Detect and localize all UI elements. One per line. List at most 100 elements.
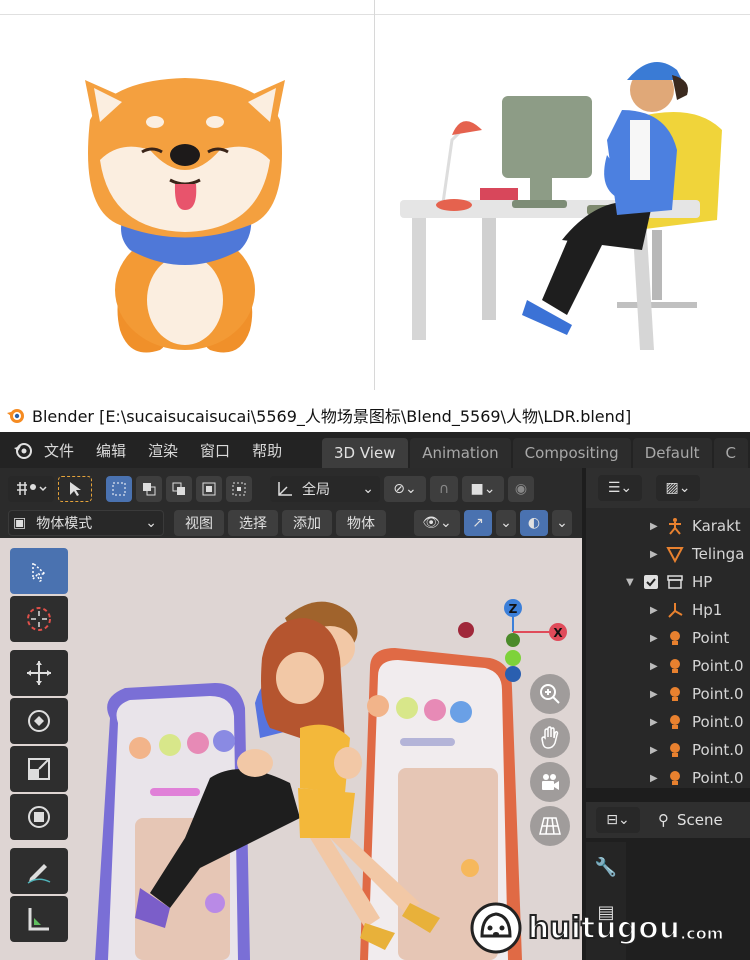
select-box-tool[interactable] — [58, 476, 92, 502]
tool-cursor[interactable] — [10, 596, 68, 642]
select-mode-extend[interactable] — [136, 476, 162, 502]
menu-object[interactable]: 物体 — [336, 510, 386, 536]
outliner-row[interactable]: ▶ Point.0 — [586, 708, 750, 736]
tab-compositing[interactable]: Compositing — [512, 438, 631, 468]
mode-label: 物体模式 — [36, 516, 93, 532]
collapse-arrow-icon[interactable]: ▼ — [626, 577, 636, 588]
expand-arrow-icon[interactable]: ▶ — [650, 689, 660, 700]
blender-window: 文件 编辑 渲染 窗口 帮助 3D View Full Animation Co… — [0, 432, 750, 960]
light-icon — [666, 741, 684, 759]
transform-orientation-dropdown[interactable]: 全局 ⌄ — [270, 476, 380, 502]
select-mode-invert[interactable] — [196, 476, 222, 502]
zoom-button[interactable] — [530, 674, 570, 714]
scale-icon — [28, 758, 50, 780]
checkbox-icon[interactable] — [642, 573, 660, 591]
scene-icon: ⚲ — [658, 811, 669, 829]
menu-help[interactable]: 帮助 — [252, 440, 282, 461]
image-icon: ▨⌄ — [665, 480, 691, 496]
camera-icon — [542, 774, 559, 790]
tab-3d-view-full[interactable]: 3D View Full — [322, 438, 409, 492]
window-title: Blender [E:\sucaisucaisucai\5569_人物场景图标\… — [32, 407, 632, 426]
menu-window[interactable]: 窗口 — [200, 440, 230, 461]
light-icon — [666, 713, 684, 731]
outliner-row-label: HP — [692, 573, 713, 591]
editor-type-dropdown[interactable]: ⊟⌄ — [596, 807, 640, 833]
menu-file[interactable]: 文件 — [44, 440, 74, 461]
display-mode-dropdown[interactable]: ☰⌄ — [598, 475, 642, 501]
tool-scale[interactable] — [10, 746, 68, 792]
tab-more[interactable]: C — [713, 438, 748, 468]
outliner-row[interactable]: ▶ Point — [586, 624, 750, 652]
mode-dropdown[interactable]: ▣ 物体模式 ⌄ — [8, 510, 164, 536]
desk-person-illustration — [400, 62, 722, 350]
menu-select[interactable]: 选择 — [228, 510, 278, 536]
outliner-row[interactable]: ▼ HP — [586, 568, 750, 596]
menu-add[interactable]: 添加 — [282, 510, 332, 536]
expand-arrow-icon[interactable]: ▶ — [650, 745, 660, 756]
light-icon — [666, 629, 684, 647]
outliner-row[interactable]: ▶ Point.0 — [586, 680, 750, 708]
tool-measure[interactable] — [10, 896, 68, 942]
hand-icon — [541, 726, 559, 749]
tab-default[interactable]: Default — [632, 438, 712, 468]
proportional-icon: ◉ — [514, 481, 528, 497]
select-mode-new[interactable] — [106, 476, 132, 502]
snap-toggle[interactable]: ∩ — [430, 476, 458, 502]
gizmo-axis-neg-x-icon[interactable] — [458, 622, 474, 638]
expand-arrow-icon[interactable]: ▶ — [650, 633, 660, 644]
tool-tab[interactable]: 🔧 — [586, 842, 626, 892]
move-icon — [27, 661, 51, 685]
perspective-toggle-button[interactable] — [530, 806, 570, 846]
outliner-row[interactable]: ▶ Hp1 — [586, 596, 750, 624]
menu-view[interactable]: 视图 — [174, 510, 224, 536]
select-mode-intersect[interactable] — [226, 476, 252, 502]
outliner-row[interactable]: ▶ Point.0 — [586, 736, 750, 764]
outliner-row[interactable]: ▶ Point.0 — [586, 652, 750, 680]
tool-shelf — [10, 548, 70, 944]
filter-dropdown[interactable]: ▨⌄ — [656, 475, 700, 501]
select-mode-subtract[interactable] — [166, 476, 192, 502]
gizmo-dropdown[interactable]: ⌄ — [496, 510, 516, 536]
pivot-dropdown[interactable]: ⊘⌄ — [384, 476, 426, 502]
proportional-edit-toggle[interactable]: ◉ — [508, 476, 534, 502]
gizmo-toggle[interactable]: ↗ — [464, 510, 492, 536]
menu-render[interactable]: 渲染 — [148, 440, 178, 461]
gizmo-axis-y-icon[interactable] — [505, 650, 521, 666]
overlays-dropdown[interactable]: ⌄ — [552, 510, 572, 536]
chevron-down-icon: ⌄ — [145, 515, 157, 531]
expand-arrow-icon[interactable]: ▶ — [650, 605, 660, 616]
pan-button[interactable] — [530, 718, 570, 758]
outliner-row[interactable]: ▶ Telinga — [586, 540, 750, 568]
expand-arrow-icon[interactable]: ▶ — [650, 773, 660, 784]
tool-move[interactable] — [10, 650, 68, 696]
visibility-dropdown[interactable]: 👁⌄ — [414, 510, 460, 536]
tool-annotate[interactable] — [10, 848, 68, 894]
camera-view-button[interactable] — [530, 762, 570, 802]
3d-viewport[interactable]: 全局 ⌄ ⊘⌄ ∩ ■⌄ ◉ ▣ 物体模式 ⌄ 视图 选择 添加 物体 👁⌄ ↗… — [0, 468, 582, 960]
select-invert-icon — [202, 482, 216, 496]
snap-target-dropdown[interactable]: ■⌄ — [462, 476, 504, 502]
expand-arrow-icon[interactable]: ▶ — [650, 549, 660, 560]
expand-arrow-icon[interactable]: ▶ — [650, 521, 660, 532]
outliner-row[interactable]: ▶ Point.0 — [586, 764, 750, 788]
tool-rotate[interactable] — [10, 698, 68, 744]
overlays-toggle[interactable]: ◐ — [520, 510, 548, 536]
snap-dropdown[interactable] — [8, 476, 54, 502]
expand-arrow-icon[interactable]: ▶ — [650, 661, 660, 672]
chevron-down-icon: ⌄ — [556, 515, 568, 531]
tool-transform[interactable] — [10, 794, 68, 840]
menu-edit[interactable]: 编辑 — [96, 440, 126, 461]
tab-animation[interactable]: Animation — [410, 438, 511, 468]
watermark-text: huitugou — [527, 910, 681, 947]
gizmo-x-label: X — [553, 626, 563, 640]
properties-header: ⊟⌄ ⚲ Scene — [586, 802, 750, 838]
shiba-dog-illustration — [85, 78, 285, 353]
gizmo-axis-neg-y-icon[interactable] — [506, 633, 520, 647]
snap-icon — [17, 482, 47, 495]
divider — [374, 0, 375, 390]
gizmo-axis-neg-z-icon[interactable] — [505, 666, 521, 682]
outliner-row[interactable]: ▶ Karakt — [586, 512, 750, 540]
expand-arrow-icon[interactable]: ▶ — [650, 717, 660, 728]
tool-select[interactable] — [10, 548, 68, 594]
blender-menu-icon[interactable] — [12, 439, 34, 461]
